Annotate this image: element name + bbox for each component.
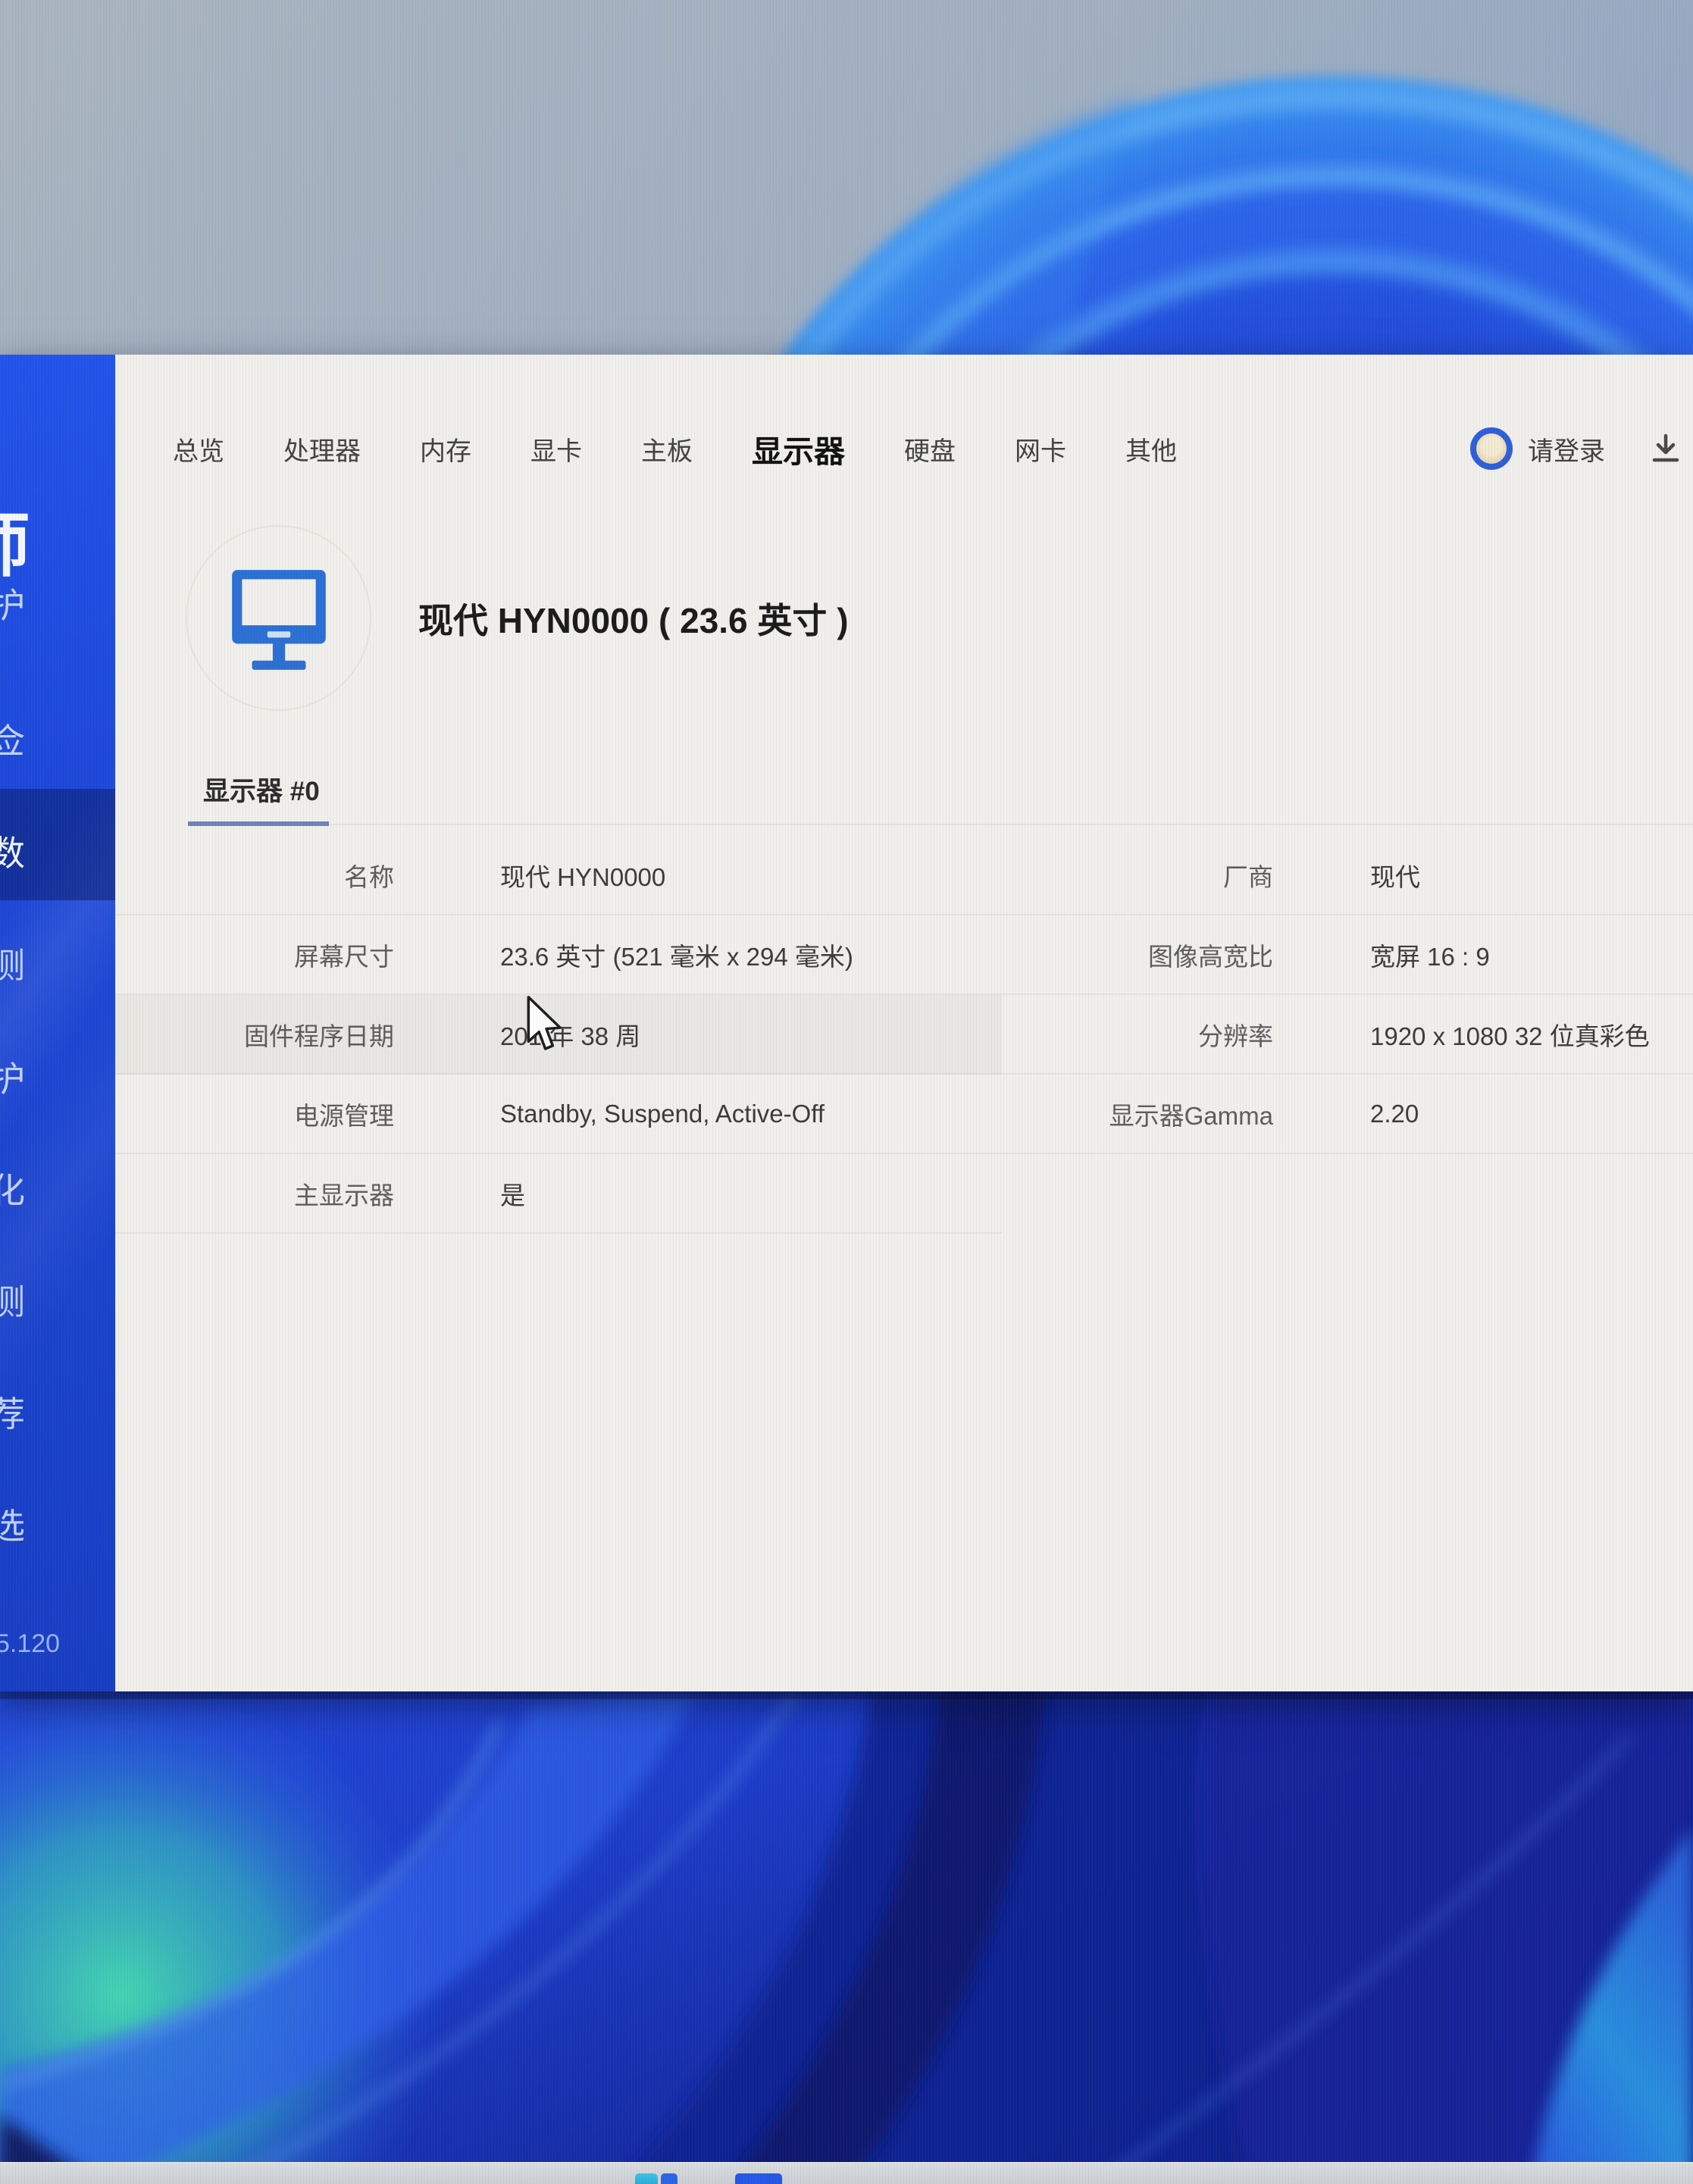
row-label: 主显示器 (294, 1181, 394, 1209)
user-avatar-icon[interactable] (1470, 427, 1513, 470)
navbar-right-cluster: 请登录 (1470, 427, 1693, 470)
photographed-monitor-screen: 师 护 佥 数 测 护 化 测 荐 选 5.120 总览 处理器 内存 显卡 主… (0, 0, 1693, 2184)
row-value: 是 (500, 1181, 525, 1209)
row-label: 图像高宽比 (1148, 942, 1273, 971)
sidebar-item-fragment[interactable]: 荐 (0, 1387, 43, 1437)
tab-cpu[interactable]: 处理器 (283, 430, 361, 468)
sidebar: 师 护 佥 数 测 护 化 测 荐 选 5.120 (0, 355, 115, 1691)
table-row: 分辨率 1920 x 1080 32 位真彩色 (1002, 995, 1693, 1075)
tab-motherboard[interactable]: 主板 (641, 430, 693, 468)
table-row: 名称 现代 HYN0000 (115, 836, 1002, 915)
table-row: 电源管理 Standby, Suspend, Active-Off (115, 1075, 1002, 1154)
tab-divider (329, 824, 1693, 825)
hardware-info-window: 师 护 佥 数 测 护 化 测 荐 选 5.120 总览 处理器 内存 显卡 主… (0, 355, 1693, 1691)
spec-table-left: 名称 现代 HYN0000 屏幕尺寸 23.6 英寸 (521 毫米 x 294… (115, 836, 1002, 1234)
download-icon[interactable] (1649, 432, 1682, 465)
taskbar-icon[interactable] (661, 2173, 678, 2184)
taskbar-icon[interactable] (635, 2173, 658, 2184)
row-label: 分辨率 (1198, 1022, 1273, 1050)
row-label: 固件程序日期 (244, 1022, 394, 1050)
row-value: 宽屏 16 : 9 (1370, 942, 1490, 971)
sidebar-item-fragment[interactable]: 化 (0, 1163, 43, 1213)
row-label: 名称 (344, 862, 394, 891)
row-value: 2.20 (1370, 1099, 1419, 1128)
row-label: 屏幕尺寸 (294, 942, 394, 971)
tab-other[interactable]: 其他 (1125, 430, 1177, 468)
sidebar-item-fragment[interactable]: 选 (0, 1499, 43, 1549)
sidebar-item-fragment[interactable]: 佥 (0, 714, 43, 764)
spec-table: 名称 现代 HYN0000 屏幕尺寸 23.6 英寸 (521 毫米 x 294… (115, 836, 1693, 1234)
taskbar-icon[interactable] (735, 2173, 782, 2184)
row-label: 厂商 (1223, 862, 1273, 891)
tab-gpu[interactable]: 显卡 (530, 430, 582, 468)
monitor-icon (231, 569, 326, 670)
row-value: 现代 (1370, 862, 1420, 891)
sidebar-item-fragment[interactable]: 测 (0, 938, 43, 988)
row-value: 201 年 38 周 (500, 1022, 641, 1050)
table-row: 图像高宽比 宽屏 16 : 9 (1002, 915, 1693, 995)
app-version-fragment: 5.120 (0, 1629, 61, 1658)
tab-display-0[interactable]: 显示器 #0 (203, 770, 320, 809)
row-value: 1920 x 1080 32 位真彩色 (1370, 1022, 1650, 1050)
row-value: 23.6 英寸 (521 毫米 x 294 毫米) (500, 942, 853, 971)
tab-disk[interactable]: 硬盘 (904, 430, 956, 468)
tab-memory[interactable]: 内存 (420, 430, 471, 468)
tab-active-underline (188, 821, 329, 826)
table-row: 显示器Gamma 2.20 (1002, 1075, 1693, 1154)
sidebar-item-fragment[interactable]: 护 (0, 1052, 43, 1102)
row-value: 现代 HYN0000 (500, 862, 666, 891)
row-label: 电源管理 (294, 1101, 394, 1130)
device-title: 现代 HYN0000 ( 23.6 英寸 ) (418, 600, 849, 640)
taskbar (0, 2162, 1693, 2184)
table-row-hovered: 固件程序日期 201 年 38 周 (115, 995, 1002, 1075)
category-navbar: 总览 处理器 内存 显卡 主板 显示器 硬盘 网卡 其他 请登录 (115, 424, 1693, 473)
tab-display-active[interactable]: 显示器 (752, 426, 845, 471)
device-icon-circle (186, 525, 371, 711)
window-content: 总览 处理器 内存 显卡 主板 显示器 硬盘 网卡 其他 请登录 现代 HYN0… (115, 355, 1693, 1691)
login-link[interactable]: 请登录 (1528, 430, 1605, 468)
app-logo-fragment: 师 (0, 490, 30, 590)
table-row: 主显示器 是 (115, 1154, 1002, 1234)
sidebar-item-fragment[interactable]: 测 (0, 1275, 43, 1325)
desktop-wallpaper-bottom (0, 1691, 1693, 2184)
desktop-wallpaper-top (0, 0, 1693, 356)
sidebar-item-fragment[interactable]: 护 (0, 578, 43, 628)
table-row: 屏幕尺寸 23.6 英寸 (521 毫米 x 294 毫米) (115, 915, 1002, 995)
row-label: 显示器Gamma (1109, 1101, 1273, 1130)
device-hero: 现代 HYN0000 ( 23.6 英寸 ) (186, 525, 849, 711)
spec-table-right: 厂商 现代 图像高宽比 宽屏 16 : 9 分辨率 1920 x 1080 32… (1002, 836, 1693, 1154)
row-value: Standby, Suspend, Active-Off (500, 1099, 825, 1128)
table-row: 厂商 现代 (1002, 836, 1693, 915)
tab-overview[interactable]: 总览 (173, 430, 224, 468)
tab-network[interactable]: 网卡 (1015, 430, 1066, 468)
sidebar-item-fragment-selected[interactable]: 数 (0, 826, 43, 876)
